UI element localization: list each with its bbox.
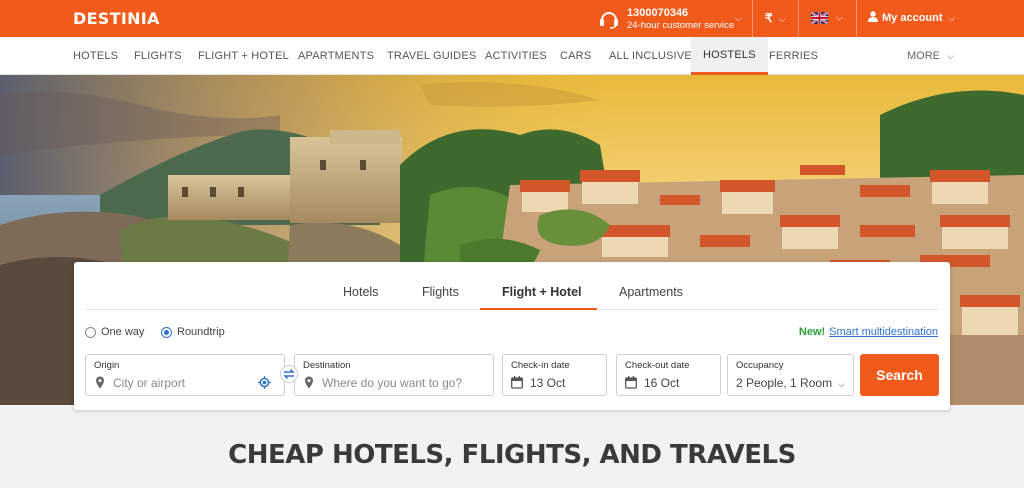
smart-multidestination-link[interactable]: Smart multidestination <box>829 326 938 338</box>
map-pin-icon <box>305 376 313 389</box>
account-label: My account <box>882 12 943 24</box>
chevron-down-icon: ⌵ <box>947 51 954 61</box>
geolocate-icon[interactable] <box>258 376 271 389</box>
swap-arrows-icon <box>283 368 295 380</box>
destination-label: Destination <box>303 360 351 371</box>
occupancy-value: 2 People, 1 Room <box>736 376 833 390</box>
origin-label: Origin <box>94 360 120 371</box>
language-selector[interactable]: ⌵ <box>811 12 843 24</box>
top-bar: DESTINIA 1300070346 24-hour customer ser… <box>0 0 1024 37</box>
calendar-icon <box>511 376 523 389</box>
radio-roundtrip[interactable]: Roundtrip <box>161 326 225 338</box>
nav-travel-guides[interactable]: TRAVEL GUIDES <box>387 37 476 75</box>
uk-flag-icon <box>811 12 828 24</box>
nav-hostels[interactable]: HOSTELS <box>691 37 768 75</box>
page-headline: CHEAP HOTELS, FLIGHTS, AND TRAVELS <box>228 440 796 470</box>
nav-apartments[interactable]: APARTMENTS <box>298 37 374 75</box>
nav-more-label: MORE <box>907 50 940 62</box>
nav-all-inclusive[interactable]: ALL INCLUSIVE <box>609 37 692 75</box>
checkout-label: Check-out date <box>625 360 690 371</box>
phone-number: 1300070346 <box>627 7 689 19</box>
swap-route-button[interactable] <box>280 365 298 383</box>
destination-field[interactable]: Destination Where do you want to go? <box>294 354 494 396</box>
nav-flights[interactable]: FLIGHTS <box>134 37 182 75</box>
checkout-field[interactable]: Check-out date 16 Oct <box>616 354 721 396</box>
nav-cars[interactable]: CARS <box>560 37 591 75</box>
divider <box>856 0 857 37</box>
tab-flight-hotel[interactable]: Flight + Hotel <box>502 285 582 299</box>
nav-ferries[interactable]: FERRIES <box>769 37 818 75</box>
radio-roundtrip-label: Roundtrip <box>177 326 225 338</box>
headset-icon <box>600 12 618 29</box>
radio-one-way[interactable]: One way <box>85 326 144 338</box>
radio-icon <box>85 326 96 338</box>
service-label: 24-hour customer service <box>627 20 735 31</box>
chevron-down-icon: ⌵ <box>948 13 956 23</box>
tab-hotels[interactable]: Hotels <box>343 285 378 299</box>
search-panel: Hotels Flights Flight + Hotel Apartments… <box>74 262 950 410</box>
calendar-icon <box>625 376 637 389</box>
destination-input[interactable]: Where do you want to go? <box>322 376 462 390</box>
chevron-down-icon: ⌵ <box>838 379 845 389</box>
user-icon <box>868 11 878 22</box>
destinia-logo[interactable]: DESTINIA <box>73 9 160 28</box>
customer-service-menu[interactable]: 1300070346 24-hour customer service ⌵ <box>596 3 748 34</box>
divider <box>752 0 753 37</box>
map-pin-icon <box>96 376 104 389</box>
chevron-down-icon: ⌵ <box>836 12 843 23</box>
search-button[interactable]: Search <box>860 354 939 396</box>
origin-input[interactable]: City or airport <box>113 376 185 390</box>
chevron-down-icon: ⌵ <box>778 14 786 24</box>
checkout-value: 16 Oct <box>644 376 680 390</box>
radio-one-way-label: One way <box>101 326 145 338</box>
active-tab-indicator <box>480 308 597 310</box>
new-badge: New! <box>798 326 826 338</box>
tab-apartments[interactable]: Apartments <box>619 285 683 299</box>
occupancy-label: Occupancy <box>736 360 784 371</box>
divider <box>798 0 799 37</box>
main-navigation: HOTELS FLIGHTS FLIGHT + HOTEL APARTMENTS… <box>0 37 1024 75</box>
search-tabs: Hotels Flights Flight + Hotel Apartments <box>74 262 950 310</box>
nav-more[interactable]: MORE ⌵ <box>907 37 954 75</box>
my-account-menu[interactable]: My account ⌵ <box>868 11 955 24</box>
currency-symbol: ₹ <box>765 11 773 25</box>
nav-hotels[interactable]: HOTELS <box>73 37 118 75</box>
currency-selector[interactable]: ₹ ⌵ <box>765 11 785 25</box>
checkin-value: 13 Oct <box>530 376 566 390</box>
occupancy-select[interactable]: Occupancy 2 People, 1 Room ⌵ <box>727 354 854 396</box>
radio-checked-icon <box>161 326 172 338</box>
checkin-label: Check-in date <box>511 360 570 371</box>
nav-flight-hotel[interactable]: FLIGHT + HOTEL <box>198 37 289 75</box>
tab-flights[interactable]: Flights <box>422 285 459 299</box>
multidestination-promo: New! Smart multidestination <box>799 326 938 338</box>
origin-field[interactable]: Origin City or airport <box>85 354 285 396</box>
nav-activities[interactable]: ACTIVITIES <box>485 37 547 75</box>
chevron-down-icon: ⌵ <box>735 13 742 23</box>
checkin-field[interactable]: Check-in date 13 Oct <box>502 354 607 396</box>
